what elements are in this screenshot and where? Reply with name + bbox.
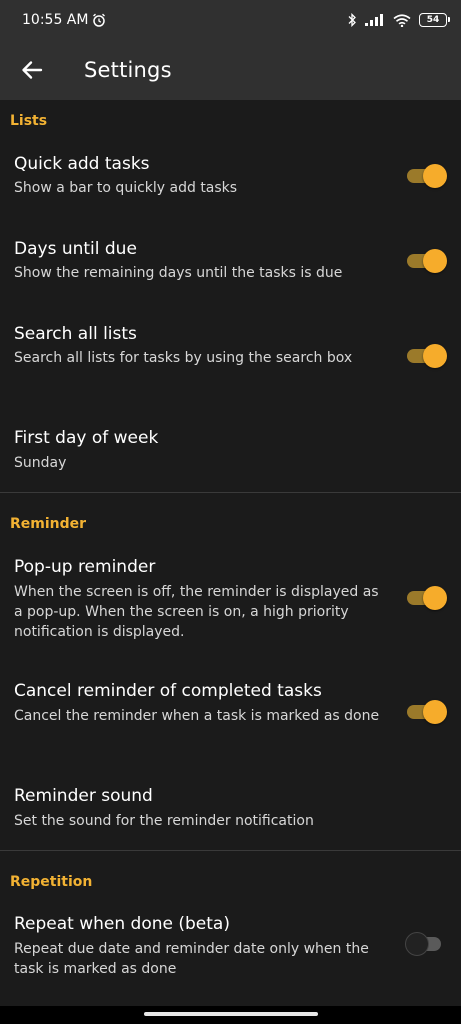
section-header-reminder: Reminder [10, 516, 87, 532]
pref-title: Repeat when done (beta) [14, 914, 230, 934]
section-header-repetition: Repetition [10, 874, 93, 890]
status-bar: 10:55 AM 54 [0, 0, 461, 40]
pref-days-until-due[interactable]: Days until due Show the remaining days u… [0, 229, 461, 307]
pref-title: Pop-up reminder [14, 557, 156, 577]
pref-title: Cancel reminder of completed tasks [14, 681, 322, 701]
switch-thumb [405, 932, 429, 956]
pref-title: Reminder sound [14, 786, 153, 806]
pref-search-all-lists[interactable]: Search all lists Search all lists for ta… [0, 314, 461, 404]
pref-popup-reminder[interactable]: Pop-up reminder When the screen is off, … [0, 546, 461, 654]
home-indicator[interactable] [144, 1012, 318, 1016]
days-until-due-toggle[interactable] [405, 249, 447, 273]
battery-icon: 54 [419, 13, 450, 27]
pref-repeat-when-done[interactable]: Repeat when done (beta) Repeat due date … [0, 904, 461, 994]
app-bar: Settings [0, 40, 461, 100]
cancel-reminder-toggle[interactable] [405, 700, 447, 724]
pref-summary: Set the sound for the reminder notificat… [14, 813, 314, 829]
bluetooth-icon [348, 13, 356, 27]
repeat-when-done-toggle[interactable] [405, 932, 447, 956]
section-header-lists: Lists [10, 113, 48, 129]
search-all-toggle[interactable] [405, 344, 447, 368]
switch-thumb [423, 344, 447, 368]
pref-summary: Sunday [14, 455, 67, 471]
pref-summary: Cancel the reminder when a task is marke… [14, 708, 380, 724]
pref-title: First day of week [14, 428, 159, 448]
pref-title: Days until due [14, 239, 137, 259]
arrow-back-icon [22, 61, 43, 79]
pref-summary: When the screen is off, the reminder is … [14, 584, 379, 640]
status-time: 10:55 AM [22, 12, 89, 28]
switch-thumb [423, 249, 447, 273]
divider [0, 850, 461, 851]
pref-cancel-reminder[interactable]: Cancel reminder of completed tasks Cance… [0, 670, 461, 760]
pref-title: Search all lists [14, 324, 137, 344]
pref-reminder-sound[interactable]: Reminder sound Set the sound for the rem… [0, 776, 461, 846]
pref-summary: Repeat due date and reminder date only w… [14, 941, 369, 977]
quick-add-toggle[interactable] [405, 164, 447, 188]
pref-summary: Show a bar to quickly add tasks [14, 180, 238, 196]
pref-quick-add-tasks[interactable]: Quick add tasks Show a bar to quickly ad… [0, 144, 461, 222]
signal-icon [365, 14, 383, 26]
battery-level: 54 [426, 15, 440, 25]
wifi-icon [393, 13, 411, 27]
pref-summary: Search all lists for tasks by using the … [14, 350, 353, 366]
divider [0, 492, 461, 493]
settings-list[interactable]: Lists Quick add tasks Show a bar to quic… [0, 100, 461, 1006]
pref-title: Quick add tasks [14, 154, 150, 174]
status-icons: 54 [347, 13, 450, 27]
switch-thumb [423, 164, 447, 188]
popup-reminder-toggle[interactable] [405, 586, 447, 610]
navigation-bar [0, 1006, 461, 1024]
switch-thumb [423, 700, 447, 724]
page-title: Settings [84, 58, 172, 82]
alarm-icon [93, 13, 106, 27]
status-time-group: 10:55 AM [22, 12, 106, 28]
pref-summary: Show the remaining days until the tasks … [14, 265, 343, 281]
switch-thumb [423, 586, 447, 610]
pref-first-day-of-week[interactable]: First day of week Sunday [0, 418, 461, 488]
back-button[interactable] [0, 40, 64, 100]
